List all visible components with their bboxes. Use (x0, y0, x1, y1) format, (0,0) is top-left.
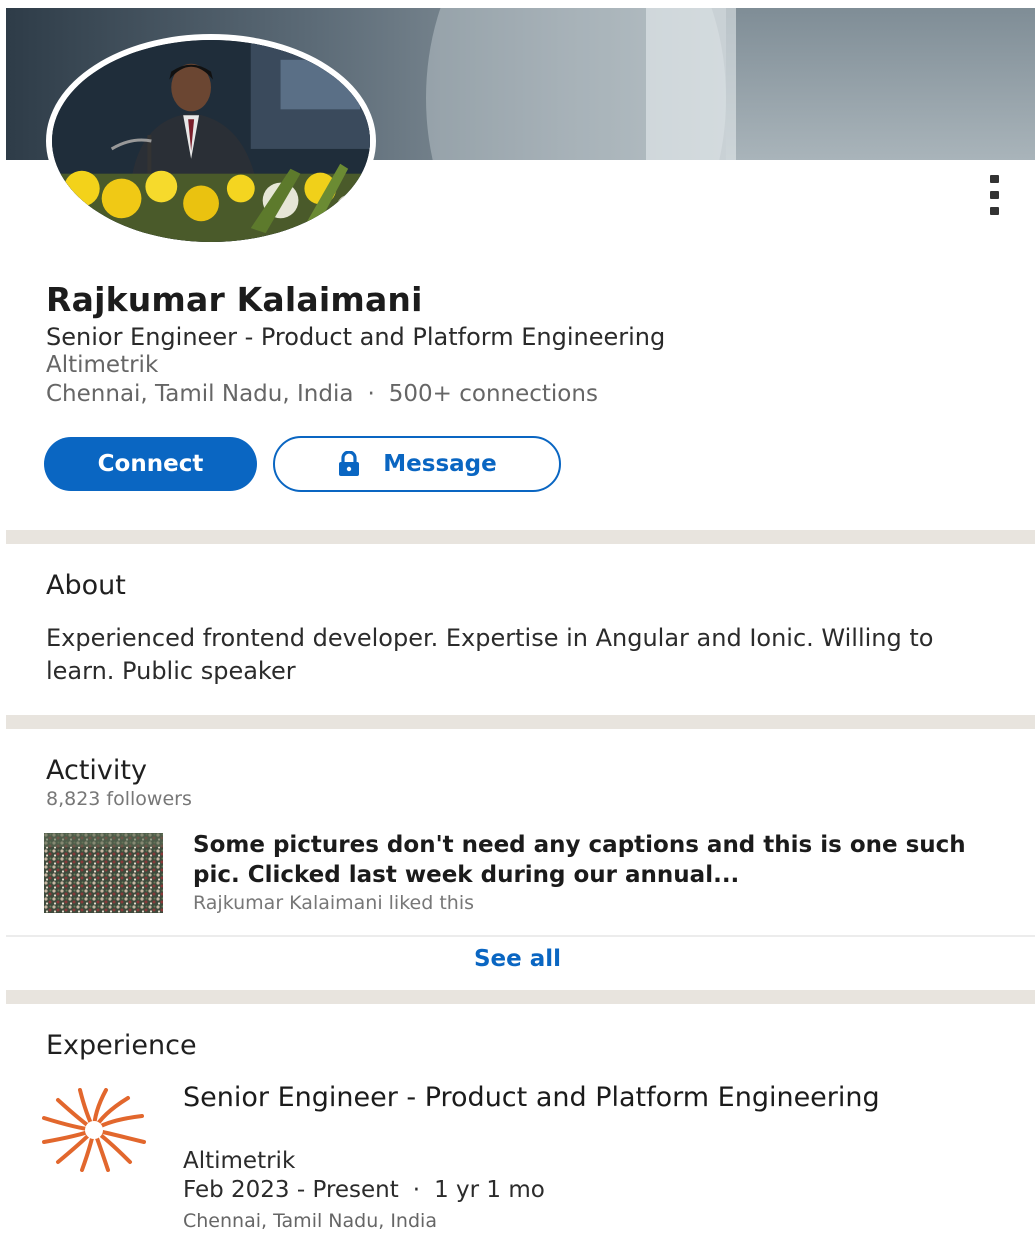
lock-icon (339, 451, 360, 476)
separator-dot: · (367, 381, 375, 407)
banner-shape (726, 8, 1035, 160)
crowd-image (44, 833, 163, 913)
section-divider (6, 990, 1035, 1004)
post-thumbnail[interactable] (44, 833, 163, 913)
experience-location: Chennai, Tamil Nadu, India (183, 1210, 437, 1232)
message-button-label: Message (383, 451, 497, 477)
experience-title: Experience (46, 1030, 197, 1061)
more-vertical-icon[interactable] (983, 175, 1005, 215)
followers-count: 8,823 followers (46, 788, 192, 810)
profile-avatar[interactable] (46, 34, 376, 248)
message-button[interactable]: Message (273, 436, 561, 492)
profile-location-line: Chennai, Tamil Nadu, India · 500+ connecti… (46, 381, 598, 407)
profile-company[interactable]: Altimetrik (46, 352, 158, 378)
about-text: Experienced frontend developer. Expertis… (46, 624, 934, 685)
post-text[interactable]: Some pictures don't need any captions an… (193, 830, 993, 890)
profile-headline: Senior Engineer - Product and Platform E… (46, 323, 666, 351)
activity-title: Activity (46, 755, 147, 786)
separator-dot: · (412, 1177, 421, 1203)
post-meta: Rajkumar Kalaimani liked this (193, 892, 474, 914)
connect-button[interactable]: Connect (44, 437, 257, 491)
experience-duration: 1 yr 1 mo (434, 1177, 545, 1203)
experience-dates-line: Feb 2023 - Present · 1 yr 1 mo (183, 1177, 545, 1203)
banner-shape (646, 8, 736, 160)
connections-count[interactable]: 500+ connections (389, 381, 598, 407)
section-divider (6, 715, 1035, 729)
experience-company: Altimetrik (183, 1148, 296, 1174)
profile-name: Rajkumar Kalaimani (46, 280, 423, 319)
experience-dates: Feb 2023 - Present (183, 1177, 399, 1203)
experience-job-title[interactable]: Senior Engineer - Product and Platform E… (183, 1081, 943, 1115)
avatar-photo (52, 40, 370, 242)
activity-separator (6, 935, 1035, 937)
altimetrik-logo-icon[interactable] (34, 1088, 154, 1172)
section-divider (6, 530, 1035, 544)
about-title: About (46, 570, 126, 601)
see-all-link[interactable]: See all (0, 946, 1035, 972)
profile-location: Chennai, Tamil Nadu, India (46, 381, 354, 407)
